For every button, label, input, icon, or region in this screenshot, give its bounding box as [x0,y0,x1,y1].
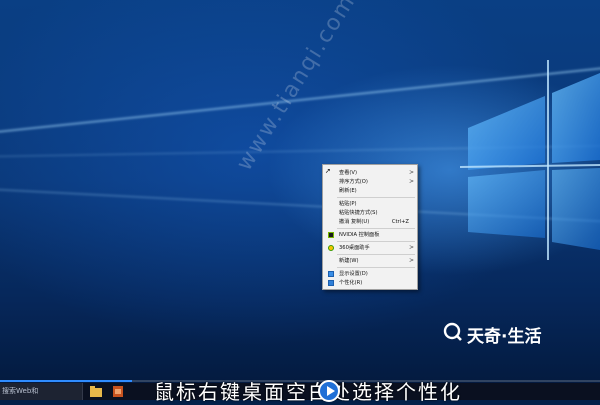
app-taskbar-icon[interactable] [112,386,124,397]
brand-name: 天奇·生活 [467,327,542,347]
chevron-right-icon: > [408,257,414,264]
taskbar-search-box[interactable]: 搜索Web和 [0,383,83,400]
chevron-right-icon: > [408,244,414,251]
menu-item-undo-copy[interactable]: 撤消 复制(U) Ctrl+Z [323,217,417,227]
desktop-wallpaper[interactable]: www.tianqi.com ➚ 查看(V) > 排序方式(O) > 刷新(E)… [0,0,600,400]
brand-logo-icon [443,322,462,341]
play-button[interactable] [318,380,340,402]
menu-item-personalize[interactable]: 个性化(R) [323,278,417,288]
search-placeholder: 搜索Web和 [2,387,39,395]
personalize-icon [328,280,334,286]
desktop-context-menu: ➚ 查看(V) > 排序方式(O) > 刷新(E) 粘贴(P) 粘贴快捷方式(S… [322,164,418,290]
menu-separator [337,267,415,268]
menu-separator [337,241,415,242]
shortcut-label: Ctrl+Z [391,219,409,225]
360-icon [328,245,334,251]
video-progress-fill [0,380,132,382]
file-explorer-icon[interactable] [90,386,102,397]
menu-item-refresh[interactable]: 刷新(E) [323,186,417,196]
menu-item-360-desktop-assistant[interactable]: 360桌面助手 > [323,243,417,253]
menu-separator [337,254,415,255]
display-icon [328,271,334,277]
menu-separator [337,228,415,229]
menu-item-nvidia-control-panel[interactable]: NVIDIA 控制面板 [323,230,417,240]
video-subtitle: 鼠标右键桌面空白处选择个性化 [154,380,462,404]
nvidia-icon [328,232,334,238]
menu-separator [337,197,415,198]
menu-item-new[interactable]: 新建(W) > [323,256,417,266]
